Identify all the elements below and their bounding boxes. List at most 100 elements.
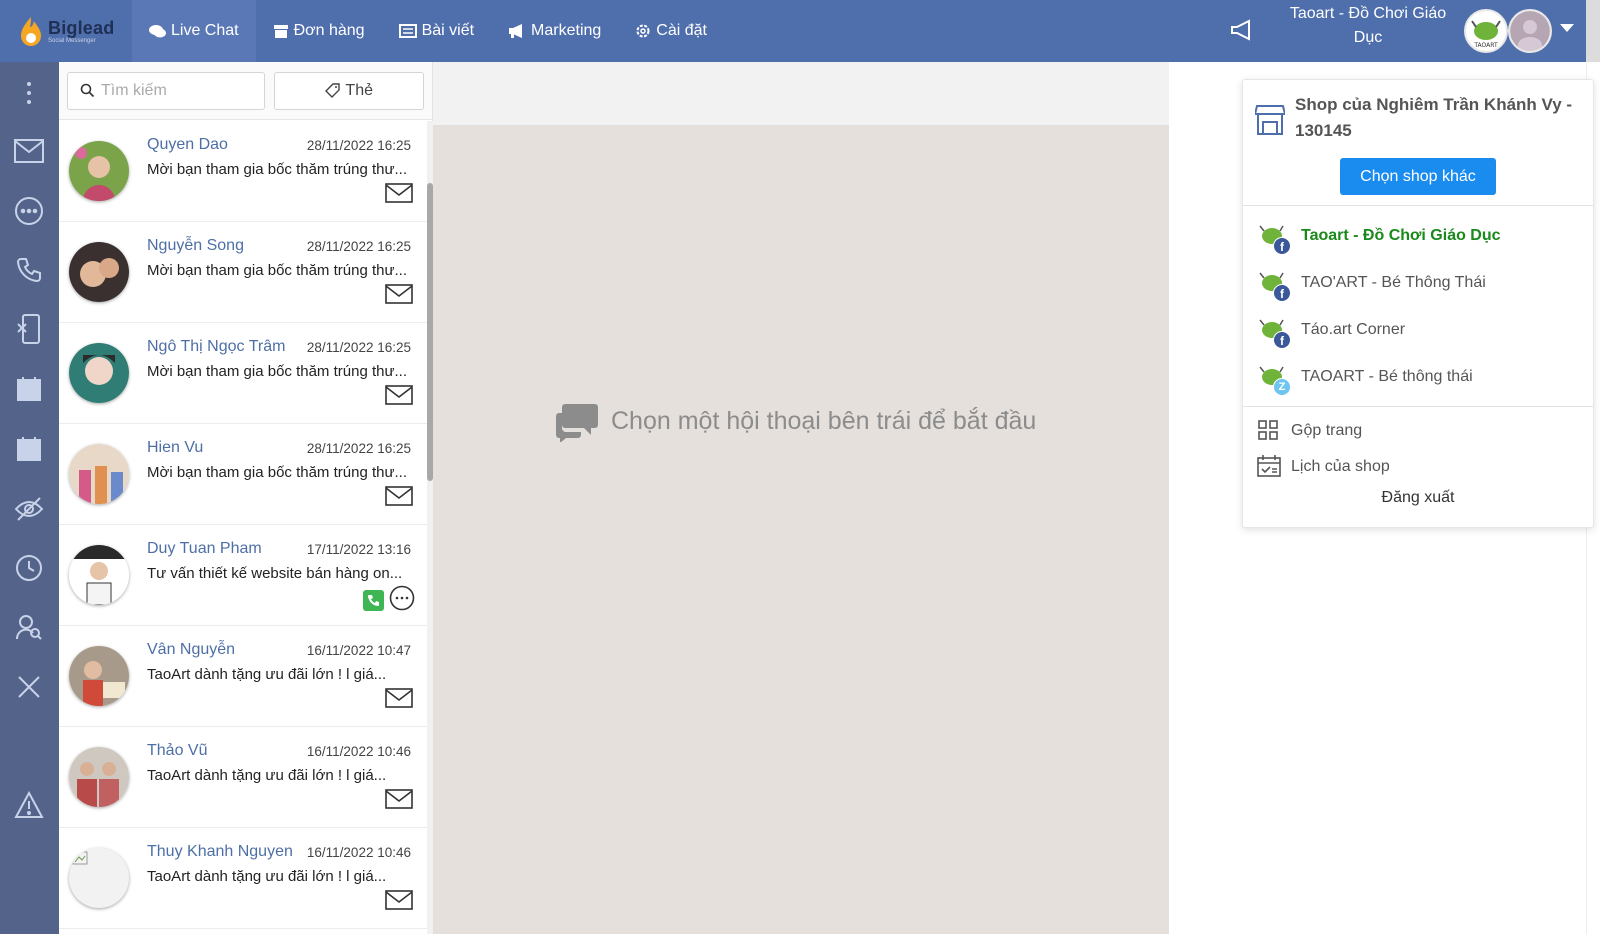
message-time: 28/11/2022 16:25 [306,138,411,153]
page-name: Taoart - Đồ Chơi Giáo Dục [1301,226,1501,244]
nav-orders[interactable]: Đơn hàng [256,0,382,62]
calendar-label: Lịch của shop [1291,458,1390,475]
nav-settings[interactable]: Cài đặt [618,0,724,62]
main-nav: Live Chat Đơn hàng Bài viết Marketing Cà… [132,0,724,62]
store-icon [1253,102,1287,136]
mail-icon [385,789,413,814]
mail-icon [385,890,413,915]
message-preview: Mời bạn tham gia bốc thăm trúng thư... [147,464,408,481]
logo[interactable]: Biglead Social Messenger [0,0,132,62]
contact-name: Vân Nguyễn [147,641,236,658]
list-item[interactable]: Thảo Vũ 16/11/2022 10:46 TaoArt dành tặn… [59,727,427,828]
message-preview: TaoArt dành tặng ưu đãi lớn ! l giá... [147,767,387,784]
message-preview: TaoArt dành tặng ưu đãi lớn ! l giá... [147,868,387,885]
close-icon[interactable] [14,672,44,702]
page-item[interactable]: Z TAOART - Bé thông thái [1243,353,1593,400]
mobile-x-icon[interactable] [14,314,44,344]
top-bar: Biglead Social Messenger Live Chat Đơn h… [0,0,1600,62]
calendar-alt-icon[interactable] [14,434,44,464]
page-name: TAOART - Bé thông thái [1301,367,1473,385]
tag-label: Thẻ [345,81,373,99]
chat-header [433,62,1169,126]
shop-header: Shop của Nghiêm Trần Khánh Vy - 130145 [1243,80,1593,144]
mail-icon[interactable] [14,136,44,166]
contact-name: Nguyễn Song [147,237,244,254]
user-search-icon[interactable] [14,612,44,642]
search-icon [80,83,95,103]
merge-label: Gộp trang [1291,422,1363,439]
newspaper-icon [398,24,417,38]
chat-bubble-icon[interactable] [14,196,44,226]
page-avatar[interactable]: TAOART [1464,9,1508,53]
list-item[interactable]: Ngô Thị Ngọc Trâm 28/11/2022 16:25 Mời b… [59,323,427,424]
avatar [69,141,129,201]
tag-icon [325,83,341,98]
chat-bubble-icon [389,585,415,616]
shop-name: Shop của Nghiêm Trần Khánh Vy - 130145 [1295,95,1573,140]
message-preview: Tư vấn thiết kế website bán hàng on... [147,565,403,582]
nav-label: Bài viết [421,22,475,39]
nav-posts[interactable]: Bài viết [382,0,491,62]
announcement-icon[interactable] [1228,16,1256,44]
list-item[interactable]: Nguyễn Song 28/11/2022 16:25 Mời bạn tha… [59,222,427,323]
nav-marketing[interactable]: Marketing [491,0,618,62]
chevron-down-icon[interactable] [1560,24,1574,32]
list-item[interactable]: Quyen Dao 28/11/2022 16:25 Mời bạn tham … [59,121,427,222]
nav-label: Cài đặt [656,22,707,39]
list-item[interactable]: Duy Tuan Pham 17/11/2022 13:16 Tư vấn th… [59,525,427,626]
page-item[interactable]: f Táo.art Corner [1243,306,1593,353]
avatar [69,545,129,605]
message-preview: Mời bạn tham gia bốc thăm trúng thư... [147,262,408,279]
page-avatar: f [1257,268,1291,302]
avatar [69,444,129,504]
page-item[interactable]: f Taoart - Đồ Chơi Giáo Dục [1243,212,1593,259]
phone-icon[interactable] [14,255,44,285]
channel-icons [363,585,415,616]
comments-icon [555,400,599,442]
conversation-filter-bar: Tìm kiếm Thẻ [59,62,432,120]
user-avatar[interactable] [1508,9,1552,53]
conversation-list: Quyen Dao 28/11/2022 16:25 Mời bạn tham … [59,121,427,934]
logout-button[interactable]: Đăng xuất [1243,485,1593,507]
warning-icon[interactable] [14,790,44,820]
page-name: TAO'ART - Bé Thông Thái [1301,273,1486,291]
facebook-icon: f [1273,330,1291,349]
merge-pages-item[interactable]: Gộp trang [1243,413,1593,449]
contact-name: Ngô Thị Ngọc Trâm [147,338,286,355]
eye-off-icon[interactable] [14,494,44,524]
message-preview: TaoArt dành tặng ưu đãi lớn ! l giá... [147,666,387,683]
choose-other-shop-button[interactable]: Chọn shop khác [1340,158,1496,195]
more-vertical-icon[interactable] [14,78,44,108]
page-avatar: f [1257,315,1291,349]
grid-icon [1257,419,1281,443]
calendar-icon[interactable] [14,374,44,404]
list-item[interactable]: Vân Nguyễn 16/11/2022 10:47 TaoArt dành … [59,626,427,727]
search-placeholder: Tìm kiếm [101,81,167,99]
brand-name: Biglead [48,18,115,38]
shop-calendar-item[interactable]: Lịch của shop [1243,449,1593,485]
mail-icon [385,284,413,309]
zalo-icon: Z [1273,377,1291,396]
current-shop-title[interactable]: Taoart - Đồ Chơi Giáo Dục [1278,2,1458,50]
page-item[interactable]: f TAO'ART - Bé Thông Thái [1243,259,1593,306]
clock-icon[interactable] [14,553,44,583]
list-item[interactable]: Thuy Khanh Nguyen 16/11/2022 10:46 TaoAr… [59,828,427,929]
avatar [69,646,129,706]
message-time: 16/11/2022 10:47 [306,643,411,658]
message-preview: Mời bạn tham gia bốc thăm trúng thư... [147,161,408,178]
nav-live-chat[interactable]: Live Chat [132,0,256,62]
message-time: 28/11/2022 16:25 [306,441,411,456]
search-input[interactable]: Tìm kiếm [67,71,266,110]
phone-icon [363,590,384,611]
chat-icon [149,24,166,38]
avatar [69,242,129,302]
avatar [69,343,129,403]
gear-icon [635,23,651,39]
list-item[interactable]: Hien Vu 28/11/2022 16:25 Mời bạn tham gi… [59,424,427,525]
contact-name: Thảo Vũ [147,742,208,759]
mail-icon [385,183,413,208]
chat-area: Chọn một hội thoại bên trái để bắt đầu [433,126,1169,934]
message-time: 17/11/2022 13:16 [306,542,411,557]
brand-tagline: Social Messenger [48,38,96,44]
tag-filter-button[interactable]: Thẻ [274,71,424,110]
